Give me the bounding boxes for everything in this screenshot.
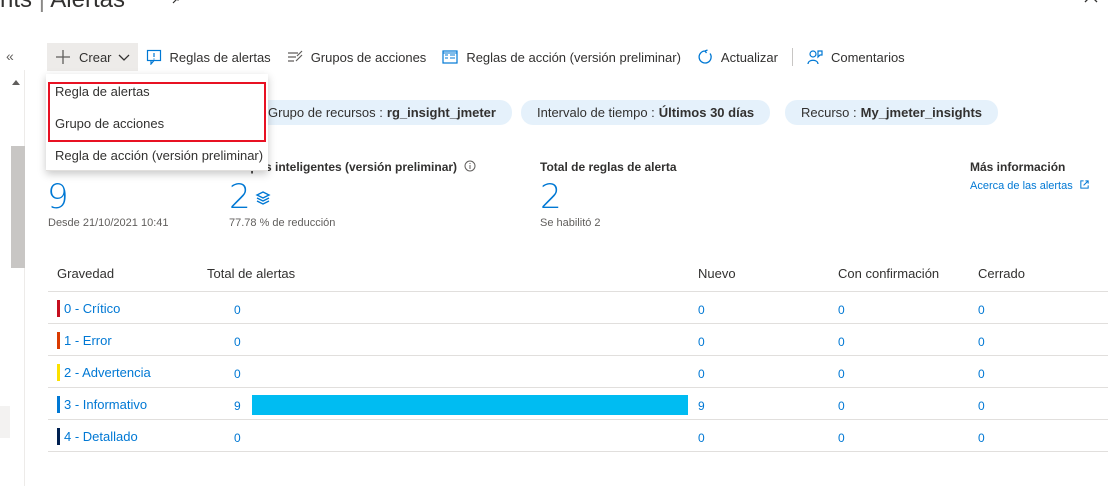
new-cell[interactable]: 0 xyxy=(698,335,705,349)
alert-rules-button[interactable]: Reglas de alertas xyxy=(138,43,279,71)
table-row[interactable] xyxy=(48,292,1108,323)
collapse-icon[interactable]: « xyxy=(6,48,14,64)
severity-color-bar xyxy=(57,300,60,317)
feedback-icon xyxy=(807,50,823,65)
feedback-label: Comentarios xyxy=(830,49,905,65)
scroll-up-icon[interactable] xyxy=(12,80,20,85)
acknowledged-cell[interactable]: 0 xyxy=(838,367,845,381)
info-icon[interactable] xyxy=(464,160,476,172)
new-cell[interactable]: 0 xyxy=(698,367,705,381)
acknowledged-cell[interactable]: 0 xyxy=(838,303,845,317)
action-groups-label: Grupos de acciones xyxy=(310,49,427,65)
plus-icon xyxy=(56,50,70,64)
highlight-box xyxy=(48,82,266,142)
acknowledged-cell[interactable]: 0 xyxy=(838,335,845,349)
total-alerts-cell[interactable]: 9 xyxy=(234,399,241,413)
smart-groups-value[interactable]: 2 xyxy=(229,180,251,214)
severity-color-bar xyxy=(57,364,60,381)
toolbar-divider xyxy=(791,48,793,66)
about-alerts-text: Acerca de las alertas xyxy=(970,180,1073,192)
scrollbar-thumb[interactable] xyxy=(11,146,25,268)
filter-label: Intervalo de tiempo : xyxy=(537,105,655,120)
chevron-down-icon xyxy=(118,54,129,61)
severity-link[interactable]: 2 - Advertencia xyxy=(64,365,151,380)
total-alerts-cell[interactable]: 0 xyxy=(234,431,241,445)
action-groups-button[interactable]: Grupos de acciones xyxy=(279,43,435,71)
closed-cell[interactable]: 0 xyxy=(978,335,985,349)
total-alerts-cell[interactable]: 0 xyxy=(234,367,241,381)
refresh-icon xyxy=(698,49,712,64)
closed-cell[interactable]: 0 xyxy=(978,367,985,381)
refresh-button[interactable]: Actualizar xyxy=(689,43,786,71)
refresh-label: Actualizar xyxy=(720,49,778,65)
about-alerts-link[interactable]: Acerca de las alertas xyxy=(970,179,1090,192)
filter-value: rg_insight_jmeter xyxy=(386,105,496,120)
severity-link[interactable]: 3 - Informativo xyxy=(64,397,147,412)
closed-cell[interactable]: 0 xyxy=(978,303,985,317)
action-rules-icon xyxy=(442,50,458,64)
table-row[interactable] xyxy=(48,356,1108,387)
table-row[interactable] xyxy=(48,420,1108,451)
filter-resource[interactable]: Recurso : My_jmeter_insights xyxy=(785,100,999,125)
filter-value: Últimos 30 días xyxy=(658,105,755,120)
external-link-icon xyxy=(1080,180,1089,189)
pin-icon[interactable] xyxy=(170,0,186,6)
row-divider xyxy=(48,451,1108,452)
acknowledged-cell[interactable]: 0 xyxy=(838,399,845,413)
total-alerts-bar xyxy=(252,395,688,415)
create-label: Crear xyxy=(79,49,112,65)
total-alerts-cell[interactable]: 0 xyxy=(234,335,241,349)
smart-groups-reduction: 77.78 % de reducción xyxy=(229,217,336,229)
total-alerts-since: Desde 21/10/2021 10:41 xyxy=(48,217,169,229)
col-header-total[interactable]: Total de alertas xyxy=(207,266,295,281)
rail-divider xyxy=(24,70,25,486)
more-info-label: Más información xyxy=(970,160,1066,174)
alert-rules-label: Reglas de alertas xyxy=(169,49,271,65)
col-header-closed[interactable]: Cerrado xyxy=(978,266,1025,281)
close-icon[interactable] xyxy=(1083,0,1099,4)
table-row[interactable] xyxy=(48,324,1108,355)
filter-value: My_jmeter_insights xyxy=(860,105,983,120)
new-cell[interactable]: 9 xyxy=(698,399,705,413)
severity-link[interactable]: 4 - Detallado xyxy=(64,429,138,444)
page-title: nts | Alertas xyxy=(0,0,125,14)
alert-rule-icon xyxy=(146,49,161,65)
new-cell[interactable]: 0 xyxy=(698,431,705,445)
filter-time-range[interactable]: Intervalo de tiempo : Últimos 30 días xyxy=(521,100,771,125)
severity-color-bar xyxy=(57,428,60,445)
col-header-new[interactable]: Nuevo xyxy=(698,266,736,281)
rules-value[interactable]: 2 xyxy=(540,180,562,214)
col-header-severity[interactable]: Gravedad xyxy=(57,266,114,281)
nav-selected-band xyxy=(0,406,10,438)
title-main: Alertas xyxy=(50,0,125,13)
stack-icon xyxy=(255,191,271,205)
command-bar: Crear Reglas de alertas Grupos de accion… xyxy=(47,43,913,71)
filter-label: Recurso : xyxy=(801,105,857,120)
severity-color-bar xyxy=(57,396,60,413)
create-button[interactable]: Crear xyxy=(47,43,138,71)
action-groups-icon xyxy=(287,50,303,62)
total-alerts-cell[interactable]: 0 xyxy=(234,303,241,317)
title-prefix: nts xyxy=(0,0,32,13)
total-alerts-value[interactable]: 9 xyxy=(47,180,69,214)
new-cell[interactable]: 0 xyxy=(698,303,705,317)
acknowledged-cell[interactable]: 0 xyxy=(838,431,845,445)
rules-enabled: Se habilitó 2 xyxy=(540,217,601,229)
action-rules-label: Reglas de acción (versión preliminar) xyxy=(466,49,681,65)
title-separator: | xyxy=(39,0,45,13)
filter-label: Grupo de recursos : xyxy=(268,105,383,120)
col-header-acknowledged[interactable]: Con confirmación xyxy=(838,266,939,281)
severity-color-bar xyxy=(57,332,60,349)
closed-cell[interactable]: 0 xyxy=(978,431,985,445)
severity-link[interactable]: 1 - Error xyxy=(64,333,112,348)
action-rules-button[interactable]: Reglas de acción (versión preliminar) xyxy=(434,43,689,71)
filter-resource-group[interactable]: Grupo de recursos : rg_insight_jmeter xyxy=(252,100,512,125)
feedback-button[interactable]: Comentarios xyxy=(799,43,913,71)
severity-link[interactable]: 0 - Crítico xyxy=(64,301,120,316)
menu-item-action-rule[interactable]: Regla de acción (versión preliminar) xyxy=(55,148,263,163)
closed-cell[interactable]: 0 xyxy=(978,399,985,413)
rules-label: Total de reglas de alerta xyxy=(540,160,677,174)
